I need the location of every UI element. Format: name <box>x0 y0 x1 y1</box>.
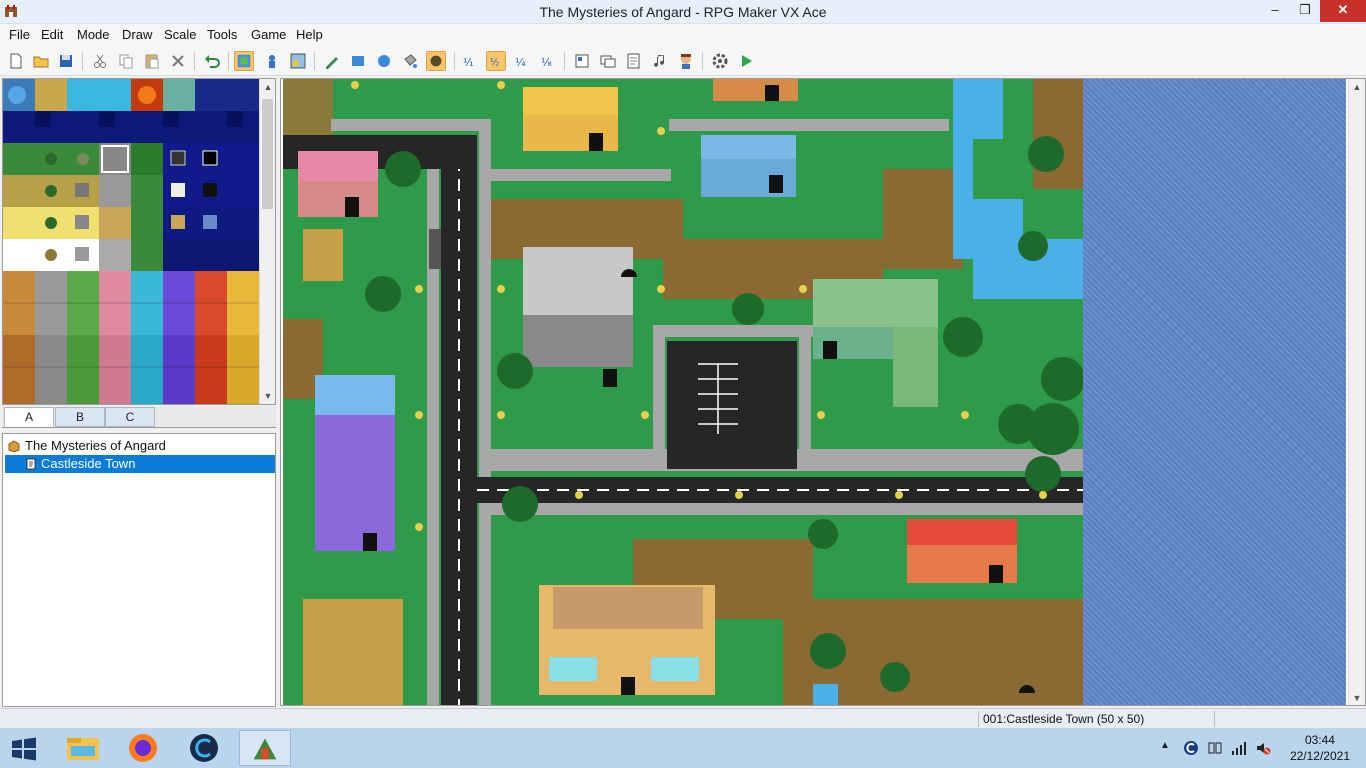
rectangle-icon[interactable] <box>348 51 368 71</box>
tree-project[interactable]: The Mysteries of Angard <box>5 437 275 455</box>
clock-date: 22/12/2021 <box>1289 749 1350 763</box>
save-project-icon[interactable] <box>56 51 76 71</box>
script-editor-icon[interactable] <box>624 51 644 71</box>
minimize-button[interactable]: – <box>1260 0 1290 22</box>
map-name: Castleside Town <box>41 456 136 471</box>
signal-icon[interactable] <box>1231 740 1247 756</box>
tab-b[interactable]: B <box>55 407 105 427</box>
scroll-up-icon[interactable]: ▲ <box>260 79 275 95</box>
map-scrollbar[interactable]: ▲ ▼ <box>1348 79 1365 705</box>
ccleaner-tray-icon[interactable] <box>1183 740 1199 756</box>
window-title: The Mysteries of Angard - RPG Maker VX A… <box>539 4 827 20</box>
map-page-icon <box>26 458 36 470</box>
menu-game[interactable]: Game <box>251 27 286 42</box>
svg-text:¹⁄₈: ¹⁄₈ <box>541 56 552 69</box>
network-device-icon[interactable] <box>1207 740 1223 756</box>
scroll-thumb[interactable] <box>262 99 273 209</box>
event-mode-icon[interactable] <box>262 51 282 71</box>
ellipse-icon[interactable] <box>374 51 394 71</box>
database-icon[interactable] <box>572 51 592 71</box>
scale-1-1-icon[interactable]: ¹⁄₁ <box>460 51 480 71</box>
flood-fill-icon[interactable] <box>400 51 420 71</box>
menu-edit[interactable]: Edit <box>41 27 63 42</box>
menu-draw[interactable]: Draw <box>122 27 152 42</box>
map-water-area[interactable] <box>1083 79 1346 705</box>
menu-scale[interactable]: Scale <box>164 27 197 42</box>
tree-map-castleside-town[interactable]: Castleside Town <box>5 455 275 473</box>
taskbar: ▲ 03:44 22/12/2021 <box>0 728 1366 768</box>
shadow-pen-icon[interactable] <box>426 51 446 71</box>
cut-icon[interactable] <box>90 51 110 71</box>
toolbar: ¹⁄₁ ¹⁄₂ ¹⁄₄ ¹⁄₈ <box>0 46 1366 76</box>
rpg-maker-icon[interactable] <box>239 730 291 766</box>
clock-time: 03:44 <box>1304 733 1335 747</box>
options-icon[interactable] <box>710 51 730 71</box>
status-bar: 001:Castleside Town (50 x 50) <box>0 708 1366 728</box>
map-canvas[interactable] <box>283 79 1083 706</box>
pencil-icon[interactable] <box>322 51 342 71</box>
map-tree: The Mysteries of Angard Castleside Town <box>2 433 276 707</box>
tray-expand-icon[interactable]: ▲ <box>1160 740 1170 751</box>
maximize-button[interactable]: ❐ <box>1290 0 1320 22</box>
firefox-icon[interactable] <box>117 730 169 766</box>
resource-manager-icon[interactable] <box>598 51 618 71</box>
map-info-status: 001:Castleside Town (50 x 50) <box>978 711 1214 727</box>
copy-icon[interactable] <box>116 51 136 71</box>
sound-test-icon[interactable] <box>650 51 670 71</box>
svg-text:¹⁄₁: ¹⁄₁ <box>463 56 474 69</box>
status-empty-cell <box>1214 711 1364 727</box>
file-explorer-icon[interactable] <box>57 730 109 766</box>
project-name: The Mysteries of Angard <box>25 438 166 453</box>
menu-help[interactable]: Help <box>296 27 323 42</box>
title-bar: The Mysteries of Angard - RPG Maker VX A… <box>0 0 1366 24</box>
undo-icon[interactable] <box>202 51 222 71</box>
volume-muted-icon[interactable] <box>1255 740 1271 756</box>
new-project-icon[interactable] <box>6 51 26 71</box>
scale-1-8-icon[interactable]: ¹⁄₈ <box>538 51 558 71</box>
menu-mode[interactable]: Mode <box>77 27 110 42</box>
svg-text:¹⁄₂: ¹⁄₂ <box>490 58 500 69</box>
map-scroll-up-icon[interactable]: ▲ <box>1349 79 1365 95</box>
playtest-icon[interactable] <box>736 51 756 71</box>
menu-tools[interactable]: Tools <box>207 27 237 42</box>
project-box-icon <box>8 440 20 452</box>
close-button[interactable]: ✕ <box>1320 0 1366 22</box>
scale-1-4-icon[interactable]: ¹⁄₄ <box>512 51 532 71</box>
tab-a[interactable]: A <box>4 407 54 427</box>
scroll-down-icon[interactable]: ▼ <box>260 388 275 404</box>
tileset-tabs: A B C <box>2 406 276 428</box>
character-generator-icon[interactable] <box>676 51 696 71</box>
windows-start-icon[interactable] <box>10 737 38 761</box>
ccleaner-icon[interactable] <box>178 730 230 766</box>
map-mode-icon[interactable] <box>234 51 254 71</box>
tileset-tiles[interactable] <box>3 79 259 404</box>
region-mode-icon[interactable] <box>288 51 308 71</box>
tileset-scrollbar[interactable]: ▲ ▼ <box>259 79 275 404</box>
tab-c[interactable]: C <box>105 407 155 427</box>
menu-bar: File Edit Mode Draw Scale Tools Game Hel… <box>0 24 1366 46</box>
map-scroll-down-icon[interactable]: ▼ <box>1349 690 1365 705</box>
paste-icon[interactable] <box>142 51 162 71</box>
clock[interactable]: 03:44 22/12/2021 <box>1290 732 1350 764</box>
map-editor[interactable]: ▲ ▼ <box>280 78 1366 706</box>
open-project-icon[interactable] <box>31 51 51 71</box>
menu-file[interactable]: File <box>9 27 30 42</box>
scale-1-2-icon[interactable]: ¹⁄₂ <box>486 51 506 71</box>
delete-icon[interactable] <box>168 51 188 71</box>
tileset-palette[interactable]: ▲ ▼ <box>2 78 276 405</box>
svg-text:¹⁄₄: ¹⁄₄ <box>515 56 526 69</box>
